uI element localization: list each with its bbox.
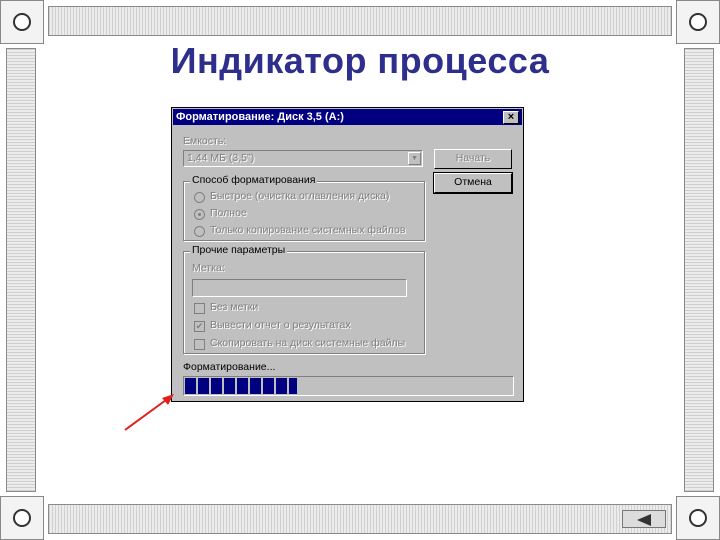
frame-left-bar	[6, 48, 36, 492]
checkbox-report-text: Вывести отчет о результатах	[210, 319, 351, 331]
frame-top-bar	[48, 6, 672, 36]
frame-bottom-bar	[48, 504, 672, 534]
status-text: Форматирование...	[183, 361, 276, 373]
corner-ring-icon	[0, 0, 44, 44]
radio-full-label: Полное	[210, 207, 247, 219]
progress-bar	[183, 376, 514, 396]
volume-label-input[interactable]	[192, 279, 407, 297]
checkbox-no-label-text: Без метки	[210, 301, 259, 313]
checkbox-copy-system-text: Скопировать на диск системные файлы	[210, 337, 406, 349]
capacity-select[interactable]: 1,44 МБ (3,5") ▼	[183, 150, 423, 167]
capacity-value: 1,44 МБ (3,5")	[187, 152, 255, 164]
pointer-arrow-icon	[124, 394, 174, 431]
chevron-down-icon[interactable]: ▼	[408, 152, 421, 165]
capacity-label: Емкость:	[183, 135, 227, 147]
corner-ring-icon	[676, 496, 720, 540]
other-params-group: Прочие параметры Метка: Без метки ✔ Выве…	[183, 244, 425, 354]
corner-ring-icon	[0, 496, 44, 540]
start-button[interactable]: Начать	[434, 149, 512, 169]
progress-fill	[185, 378, 297, 394]
close-button[interactable]: ×	[503, 111, 519, 124]
left-triangle-icon	[637, 514, 651, 526]
dialog-title: Форматирование: Диск 3,5 (А:)	[176, 111, 344, 123]
radio-full[interactable]	[194, 209, 205, 220]
radio-system-only[interactable]	[194, 226, 205, 237]
checkbox-report[interactable]: ✔	[194, 321, 205, 332]
format-method-legend: Способ форматирования	[190, 174, 318, 186]
radio-system-only-label: Только копирование системных файлов	[210, 224, 406, 236]
frame-right-bar	[684, 48, 714, 492]
radio-quick-label: Быстрое (очистка оглавления диска)	[210, 190, 390, 202]
checkbox-no-label[interactable]	[194, 303, 205, 314]
dialog-title-bar[interactable]: Форматирование: Диск 3,5 (А:) ×	[173, 109, 522, 125]
radio-quick[interactable]	[194, 192, 205, 203]
slide-title: Индикатор процесса	[170, 40, 550, 81]
volume-label-caption: Метка:	[192, 262, 225, 274]
back-arrow-button[interactable]	[622, 510, 666, 528]
format-dialog: Форматирование: Диск 3,5 (А:) × Емкость:…	[171, 107, 524, 402]
corner-ring-icon	[676, 0, 720, 44]
cancel-button[interactable]: Отмена	[433, 172, 513, 194]
format-method-group: Способ форматирования Быстрое (очистка о…	[183, 174, 425, 241]
other-params-legend: Прочие параметры	[190, 244, 288, 256]
checkbox-copy-system[interactable]	[194, 339, 205, 350]
